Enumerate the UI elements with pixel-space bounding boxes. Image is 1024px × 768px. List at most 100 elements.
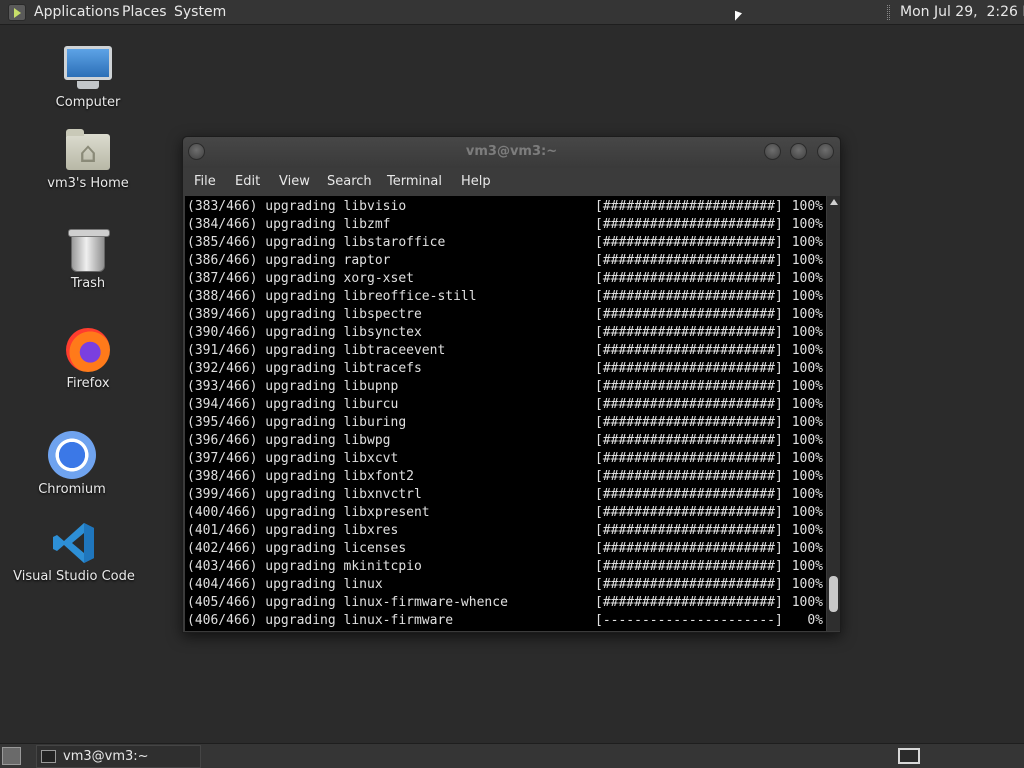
taskbar-item-label: vm3@vm3:~ bbox=[63, 749, 149, 764]
minimize-button[interactable] bbox=[764, 143, 781, 160]
progress-bar-text: [######################] bbox=[595, 199, 783, 214]
progress-bar-text: [######################] bbox=[595, 307, 783, 322]
desktop-icon-chromium[interactable]: Chromium bbox=[2, 431, 142, 497]
desktop-icon-vscode[interactable]: Visual Studio Code bbox=[4, 521, 144, 584]
progress-bar-text: [######################] bbox=[595, 271, 783, 286]
distro-logo-icon[interactable] bbox=[8, 4, 26, 21]
progress-bar-text: [######################] bbox=[595, 253, 783, 268]
window-titlebar[interactable]: vm3@vm3:~ bbox=[183, 137, 840, 168]
progress-percent: 100% bbox=[791, 433, 823, 448]
progress-bar-text: [######################] bbox=[595, 289, 783, 304]
terminal-line-text: (406/466) upgrading linux-firmware bbox=[187, 613, 454, 628]
terminal-scrollbar[interactable] bbox=[827, 196, 840, 631]
progress-bar-text: [######################] bbox=[595, 451, 783, 466]
mouse-pointer-icon bbox=[735, 10, 742, 24]
panel-separator bbox=[887, 5, 890, 20]
terminal-line: (398/466) upgrading libxfont2 [##########… bbox=[187, 468, 825, 486]
progress-percent: 100% bbox=[791, 325, 823, 340]
taskbar-item-terminal[interactable]: vm3@vm3:~ bbox=[36, 745, 201, 768]
bottom-panel: vm3@vm3:~ bbox=[0, 743, 1024, 768]
show-desktop-icon[interactable] bbox=[2, 747, 21, 765]
desktop-icon-computer[interactable]: Computer bbox=[18, 46, 158, 110]
progress-bar-text: [######################] bbox=[595, 559, 783, 574]
menu-file[interactable]: File bbox=[194, 174, 216, 189]
progress-percent: 100% bbox=[791, 253, 823, 268]
desktop-icon-label: Chromium bbox=[38, 482, 106, 497]
progress-bar-text: [######################] bbox=[595, 361, 783, 376]
terminal-line-text: (395/466) upgrading liburing bbox=[187, 415, 407, 430]
terminal-line-text: (397/466) upgrading libxcvt bbox=[187, 451, 399, 466]
progress-bar-text: [######################] bbox=[595, 415, 783, 430]
terminal-line-text: (385/466) upgrading libstaroffice bbox=[187, 235, 446, 250]
progress-percent: 100% bbox=[791, 577, 823, 592]
progress-percent: 100% bbox=[791, 595, 823, 610]
menu-search[interactable]: Search bbox=[327, 174, 372, 189]
terminal-icon bbox=[41, 750, 56, 763]
progress-bar-text: [######################] bbox=[595, 325, 783, 340]
desktop-icon-label: vm3's Home bbox=[47, 176, 129, 191]
progress-percent: 100% bbox=[791, 541, 823, 556]
terminal-line: (386/466) upgrading raptor [#############… bbox=[187, 252, 825, 270]
menu-terminal[interactable]: Terminal bbox=[387, 174, 442, 189]
progress-bar-text: [######################] bbox=[595, 379, 783, 394]
progress-percent: 100% bbox=[791, 379, 823, 394]
progress-percent: 100% bbox=[791, 217, 823, 232]
progress-percent: 100% bbox=[791, 289, 823, 304]
scroll-up-icon[interactable] bbox=[830, 199, 838, 205]
terminal-menubar: File Edit View Search Terminal Help bbox=[183, 168, 840, 196]
progress-percent: 100% bbox=[791, 271, 823, 286]
progress-bar-text: [######################] bbox=[595, 217, 783, 232]
terminal-line-text: (389/466) upgrading libspectre bbox=[187, 307, 422, 322]
menu-help[interactable]: Help bbox=[461, 174, 491, 189]
scrollbar-thumb[interactable] bbox=[829, 576, 838, 612]
progress-percent: 100% bbox=[791, 361, 823, 376]
terminal-line-text: (383/466) upgrading libvisio bbox=[187, 199, 407, 214]
terminal-line: (390/466) upgrading libsynctex [#########… bbox=[187, 324, 825, 342]
terminal-line-text: (403/466) upgrading mkinitcpio bbox=[187, 559, 422, 574]
terminal-line: (405/466) upgrading linux-firmware-whenc… bbox=[187, 594, 825, 612]
terminal-line-text: (401/466) upgrading libxres bbox=[187, 523, 399, 538]
desktop-icon-trash[interactable]: Trash bbox=[18, 229, 158, 291]
progress-bar-text: [######################] bbox=[595, 487, 783, 502]
menu-view[interactable]: View bbox=[279, 174, 310, 189]
applications-menu[interactable]: Applications bbox=[34, 0, 120, 25]
progress-percent: 100% bbox=[791, 523, 823, 538]
terminal-output[interactable]: (383/466) upgrading libvisio [###########… bbox=[185, 196, 826, 631]
progress-bar-text: [######################] bbox=[595, 541, 783, 556]
clock[interactable]: Mon Jul 29, 2:26 PM bbox=[900, 0, 1024, 25]
terminal-lines: (383/466) upgrading libvisio [###########… bbox=[187, 198, 825, 630]
maximize-button[interactable] bbox=[790, 143, 807, 160]
terminal-line: (384/466) upgrading libzmf [#############… bbox=[187, 216, 825, 234]
terminal-line: (402/466) upgrading licenses [###########… bbox=[187, 540, 825, 558]
terminal-line: (391/466) upgrading libtraceevent [######… bbox=[187, 342, 825, 360]
terminal-line-text: (402/466) upgrading licenses bbox=[187, 541, 407, 556]
menu-edit[interactable]: Edit bbox=[235, 174, 260, 189]
progress-percent: 0% bbox=[807, 613, 823, 628]
progress-percent: 100% bbox=[791, 343, 823, 358]
terminal-line: (396/466) upgrading libwpg [#############… bbox=[187, 432, 825, 450]
terminal-line: (388/466) upgrading libreoffice-still [##… bbox=[187, 288, 825, 306]
close-button[interactable] bbox=[817, 143, 834, 160]
system-menu[interactable]: System bbox=[174, 0, 226, 25]
desktop-icon-label: Computer bbox=[55, 95, 121, 110]
terminal-line: (383/466) upgrading libvisio [###########… bbox=[187, 198, 825, 216]
desktop-icon-label: Firefox bbox=[66, 376, 110, 391]
progress-bar-text: [######################] bbox=[595, 397, 783, 412]
places-menu[interactable]: Places bbox=[122, 0, 167, 25]
progress-percent: 100% bbox=[791, 469, 823, 484]
terminal-window[interactable]: vm3@vm3:~ File Edit View Search Terminal… bbox=[182, 136, 841, 633]
desktop-icon-label: Visual Studio Code bbox=[13, 569, 135, 584]
desktop-icon-firefox[interactable]: Firefox bbox=[18, 328, 158, 391]
progress-bar-text: [######################] bbox=[595, 343, 783, 358]
terminal-line-text: (384/466) upgrading libzmf bbox=[187, 217, 391, 232]
terminal-line: (399/466) upgrading libxnvctrl [#########… bbox=[187, 486, 825, 504]
terminal-line-text: (387/466) upgrading xorg-xset bbox=[187, 271, 414, 286]
window-title: vm3@vm3:~ bbox=[465, 144, 558, 159]
workspace-switcher[interactable] bbox=[898, 748, 920, 764]
desktop-icon-home[interactable]: vm3's Home bbox=[18, 129, 158, 191]
terminal-line: (393/466) upgrading libupnp [############… bbox=[187, 378, 825, 396]
progress-bar-text: [######################] bbox=[595, 433, 783, 448]
terminal-line-text: (390/466) upgrading libsynctex bbox=[187, 325, 422, 340]
terminal-line: (394/466) upgrading liburcu [############… bbox=[187, 396, 825, 414]
terminal-line: (385/466) upgrading libstaroffice [######… bbox=[187, 234, 825, 252]
